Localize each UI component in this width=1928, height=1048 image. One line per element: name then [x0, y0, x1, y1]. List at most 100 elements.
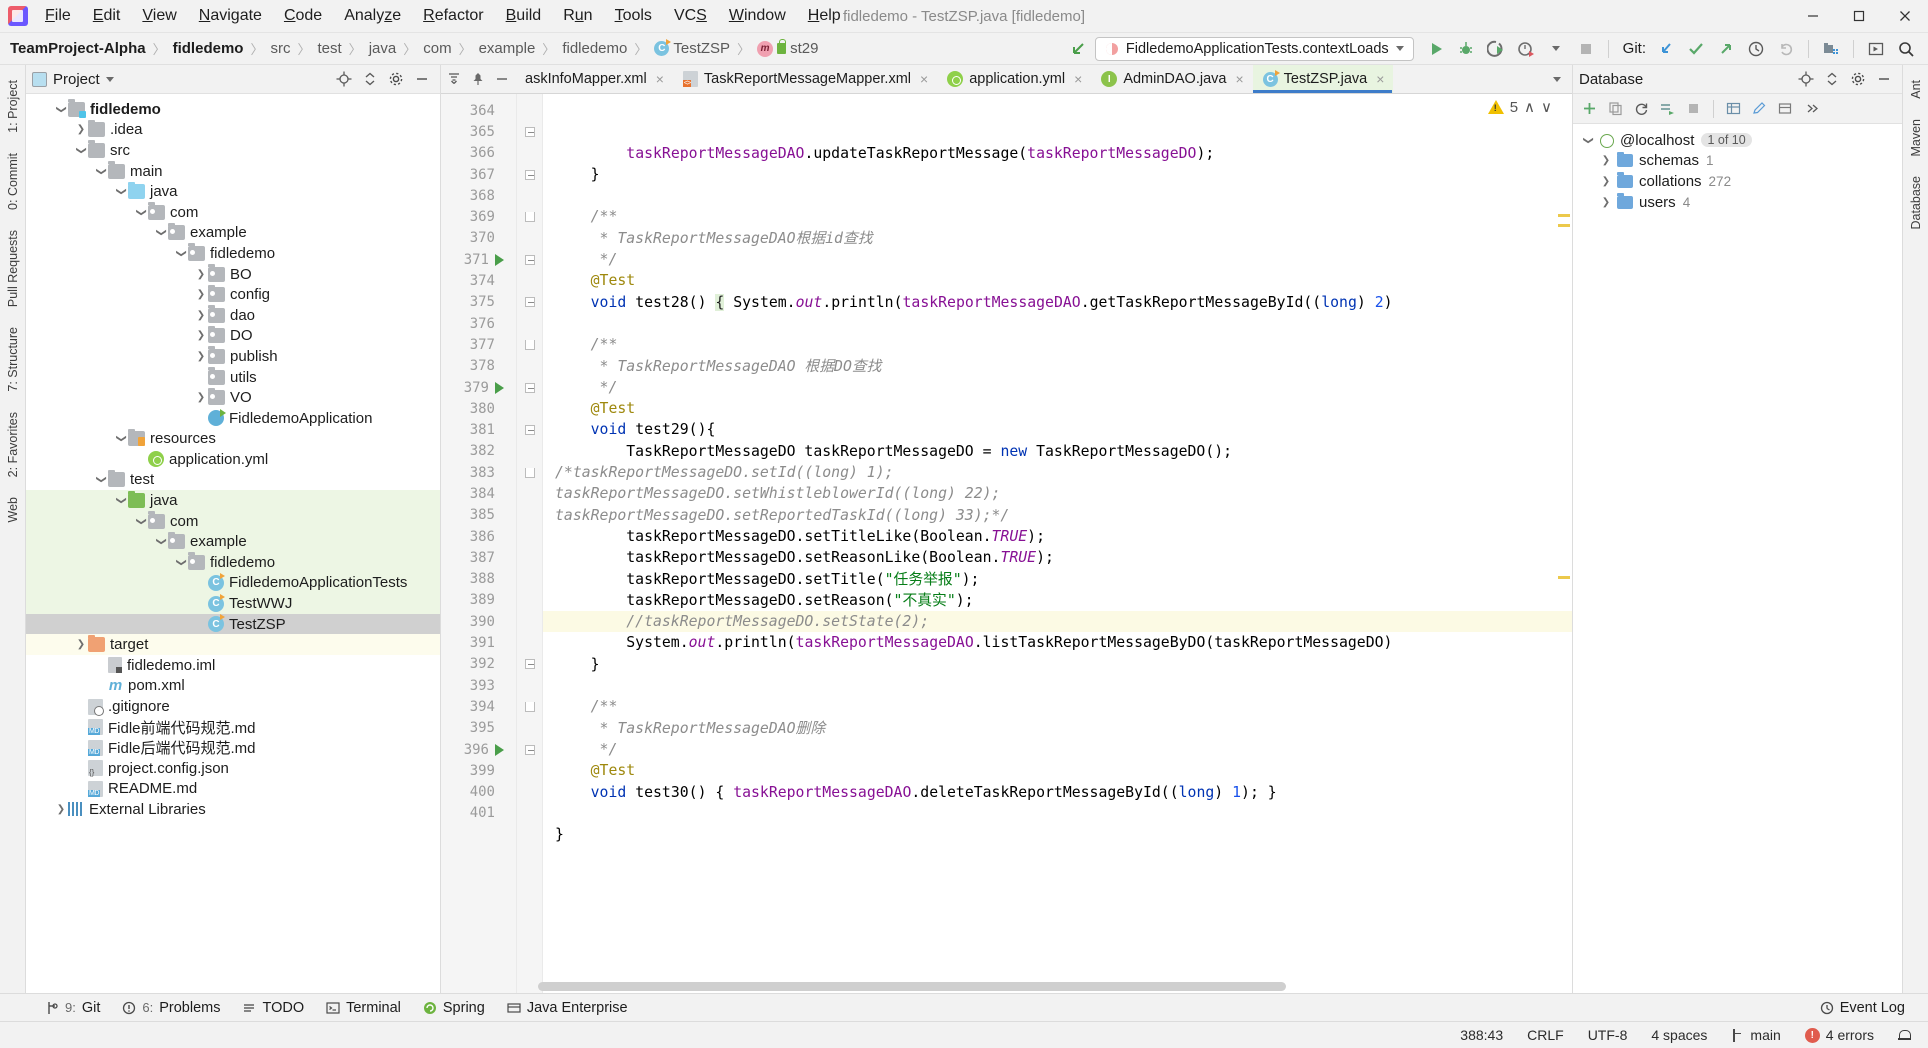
code-line[interactable]: * TaskReportMessageDAO删除 [543, 718, 1572, 739]
chevron-right-icon[interactable] [74, 124, 88, 135]
chevron-right-icon[interactable] [54, 804, 68, 815]
breadcrumb-item-testzsp[interactable]: C TestZSP [654, 39, 730, 57]
close-icon[interactable]: × [1235, 71, 1243, 87]
git-branch[interactable]: main [1719, 1022, 1792, 1048]
collapse-all-icon[interactable] [358, 67, 382, 91]
code-line[interactable]: System.out.println(taskReportMessageDAO.… [543, 632, 1572, 653]
chevron-right-icon[interactable] [1599, 176, 1613, 187]
project-tree[interactable]: fidledemo .idea srcmain java com example fidle… [26, 94, 440, 993]
commit-button[interactable] [1682, 36, 1710, 62]
tool-window-web[interactable]: Web [3, 488, 23, 531]
fold-cell[interactable] [517, 462, 542, 483]
fold-collapse-icon[interactable] [524, 425, 535, 436]
line-separator[interactable]: CRLF [1515, 1022, 1576, 1048]
line-number[interactable]: 390 [441, 611, 516, 632]
search-everywhere-button[interactable] [1892, 36, 1920, 62]
breadcrumb-item-java[interactable]: java [369, 40, 397, 57]
line-number[interactable]: 374 [441, 270, 516, 291]
table-icon[interactable] [1721, 97, 1746, 121]
tree-node-com[interactable]: com [26, 510, 440, 532]
line-number[interactable]: 391 [441, 632, 516, 653]
chevron-right-icon[interactable] [194, 330, 208, 341]
stop-button[interactable] [1572, 36, 1600, 62]
hide-tabs-icon[interactable] [491, 67, 513, 91]
chevron-down-icon[interactable] [1581, 135, 1595, 146]
menu-refactor[interactable]: Refactor [412, 3, 494, 29]
chevron-down-icon[interactable] [174, 248, 188, 259]
tool-window-ant[interactable]: Ant [1906, 71, 1926, 108]
tree-node-bo[interactable]: BO [26, 264, 440, 285]
editor-tab-testzspjava[interactable]: C TestZSP.java × [1252, 65, 1394, 93]
code-line[interactable] [543, 185, 1572, 206]
tool-window-commit[interactable]: 0: Commit [3, 144, 23, 219]
chevron-right-icon[interactable] [194, 289, 208, 300]
tree-node-fidledemo[interactable]: fidledemo [26, 552, 440, 573]
code-line[interactable]: */ [543, 249, 1572, 270]
tree-node-.gitignore[interactable]: .gitignore [26, 696, 440, 717]
editor-tab-applicationyml[interactable]: application.yml × [937, 65, 1091, 93]
line-number[interactable]: 384 [441, 483, 516, 504]
fold-region-end-icon[interactable] [524, 212, 535, 223]
editor-tab-askinfomapperxml[interactable]: askInfoMapper.xml × [515, 65, 673, 93]
indent-setting[interactable]: 4 spaces [1639, 1022, 1719, 1048]
tree-node-do[interactable]: DO [26, 325, 440, 347]
menu-analyze[interactable]: Analyze [333, 3, 412, 29]
tree-node-application.yml[interactable]: application.yml [26, 449, 440, 470]
fold-cell[interactable] [517, 206, 542, 227]
caret-position[interactable]: 388:43 [1448, 1022, 1515, 1048]
fold-cell[interactable] [517, 377, 542, 398]
chevron-down-icon[interactable] [1546, 67, 1568, 91]
menu-vcs[interactable]: VCS [663, 3, 718, 29]
code-line[interactable]: taskReportMessageDAO.updateTaskReportMes… [543, 143, 1572, 164]
code-line[interactable]: taskReportMessageDO.setReportedTaskId((l… [543, 505, 1572, 526]
code-line[interactable]: taskReportMessageDO.setTitle("任务举报"); [543, 569, 1572, 590]
tree-node-main[interactable]: main [26, 161, 440, 182]
editor-horizontal-scrollbar[interactable] [517, 982, 1556, 991]
line-number[interactable]: 381 [441, 419, 516, 440]
hide-panel-icon[interactable] [1872, 67, 1896, 91]
editor-tabs[interactable]: askInfoMapper.xml×TaskReportMessageMappe… [515, 65, 1394, 93]
tree-node-java[interactable]: java [26, 490, 440, 511]
breadcrumb-item-example[interactable]: example [479, 40, 536, 57]
code-line[interactable]: taskReportMessageDO.setWhistleblowerId((… [543, 483, 1572, 504]
gear-icon[interactable] [384, 67, 408, 91]
chevron-right-icon[interactable] [1599, 155, 1613, 166]
tool-window-todo[interactable]: TODO [231, 997, 315, 1019]
chevron-down-icon[interactable] [154, 536, 168, 547]
tree-node-fidledemo[interactable]: fidledemo [26, 99, 440, 120]
editor-tab-admindaojava[interactable]: I AdminDAO.java × [1091, 65, 1252, 93]
tree-node-fidledemo.iml[interactable]: fidledemo.iml [26, 655, 440, 676]
line-number[interactable]: 371 [441, 249, 516, 270]
line-number[interactable]: 395 [441, 718, 516, 739]
fold-region-end-icon[interactable] [524, 339, 535, 350]
breadcrumb-item-st29[interactable]: m st29 [757, 39, 818, 57]
fold-cell[interactable] [517, 249, 542, 270]
chevron-down-icon[interactable] [134, 516, 148, 527]
add-datasource-icon[interactable] [1577, 97, 1602, 121]
event-log-button[interactable]: Event Log [1809, 997, 1916, 1019]
chevron-down-icon[interactable] [1395, 46, 1404, 51]
menu-help[interactable]: Help [797, 3, 852, 29]
chevron-down-icon[interactable] [114, 433, 128, 444]
breadcrumb[interactable]: TeamProject-Alpha 〉 fidledemo 〉 src 〉 test 〉 jav… [10, 39, 818, 58]
fold-cell[interactable] [517, 739, 542, 760]
tool-window-terminal[interactable]: Terminal [315, 997, 412, 1019]
tree-node-project.config.json[interactable]: project.config.json [26, 758, 440, 779]
file-encoding[interactable]: UTF-8 [1576, 1022, 1640, 1048]
db-node-collations[interactable]: collations 272 [1573, 171, 1902, 192]
previous-problem-button[interactable]: ∧ [1524, 98, 1535, 116]
code-line[interactable]: TaskReportMessageDO taskReportMessageDO … [543, 441, 1572, 462]
menu-bar[interactable]: File Edit View Navigate Code Analyze Refactor B… [34, 3, 852, 29]
database-tree[interactable]: @localhost 1 of 10schemas 1collations 272 us… [1573, 124, 1902, 993]
chevron-down-icon[interactable] [94, 166, 108, 177]
line-number[interactable]: 365 [441, 121, 516, 142]
chevron-right-icon[interactable] [194, 310, 208, 321]
line-number[interactable]: 377 [441, 334, 516, 355]
menu-build[interactable]: Build [495, 3, 553, 29]
line-number[interactable]: 387 [441, 547, 516, 568]
code-line[interactable] [543, 675, 1572, 696]
code-line[interactable]: void test28() { System.out.println(taskR… [543, 292, 1572, 313]
settings-button[interactable] [1817, 36, 1845, 62]
tree-node-com[interactable]: com [26, 202, 440, 223]
code-line[interactable]: /** [543, 206, 1572, 227]
